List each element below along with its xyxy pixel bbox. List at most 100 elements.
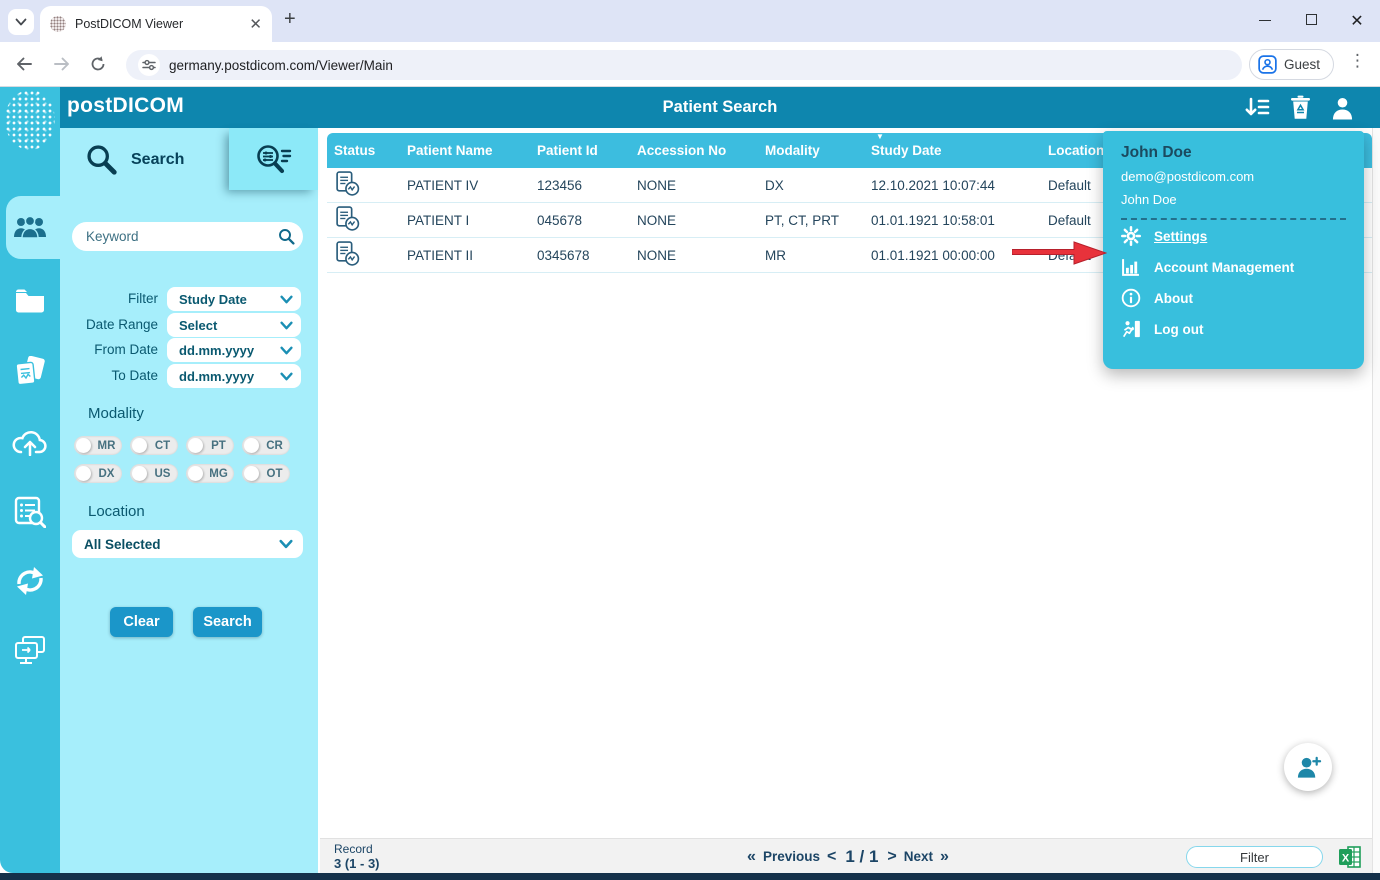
column-header-patient-id[interactable]: Patient Id — [530, 143, 630, 158]
share-add-user-button[interactable] — [1284, 743, 1332, 791]
recycle-bin-button[interactable] — [1290, 95, 1311, 125]
previous-page-icon[interactable]: < — [827, 848, 836, 866]
cell-patient-id: 0345678 — [530, 248, 630, 263]
toggle-knob — [188, 438, 203, 453]
modality-toggle-ct[interactable]: CT — [130, 436, 178, 455]
tab-basic-search[interactable]: Search — [60, 128, 226, 191]
new-tab-button[interactable]: + — [284, 8, 296, 31]
column-header-status[interactable]: Status — [327, 143, 400, 158]
sidebar-item-query[interactable] — [0, 490, 60, 534]
sort-order-button[interactable] — [1244, 96, 1270, 125]
scrollbar-track[interactable] — [1372, 128, 1380, 873]
cell-patient-name: PATIENT II — [400, 248, 530, 263]
column-header-modality[interactable]: Modality — [758, 143, 864, 158]
column-header-study-date[interactable]: ▼Study Date — [864, 143, 1041, 158]
remote-transfer-icon — [13, 635, 47, 665]
cell-accession-no: NONE — [630, 248, 758, 263]
from-date-select[interactable]: dd.mm.yyyy — [167, 338, 301, 362]
window-close-button[interactable]: ✕ — [1334, 11, 1380, 31]
sidebar-item-transfer[interactable] — [0, 628, 60, 672]
tab-title: PostDICOM Viewer — [75, 17, 240, 31]
tab-search-button[interactable] — [8, 9, 34, 35]
modality-toggle-pt[interactable]: PT — [186, 436, 234, 455]
sort-descending-icon: ▼ — [876, 132, 884, 141]
reload-button[interactable] — [89, 55, 107, 78]
menu-item-account-management[interactable]: Account Management — [1121, 252, 1346, 282]
user-display-name: John Doe — [1121, 192, 1346, 207]
menu-item-settings[interactable]: Settings — [1121, 221, 1346, 251]
excel-export-button[interactable]: X — [1338, 845, 1362, 874]
filter-label: Filter — [60, 291, 158, 306]
sidebar-item-sync[interactable] — [0, 559, 60, 603]
modality-toggle-ot[interactable]: OT — [242, 464, 290, 483]
bottom-strip — [0, 873, 1380, 880]
chevron-down-icon — [280, 295, 293, 304]
toggle-knob — [76, 438, 91, 453]
to-date-select[interactable]: dd.mm.yyyy — [167, 364, 301, 388]
from-date-label: From Date — [60, 342, 158, 357]
back-button[interactable] — [14, 54, 34, 79]
clear-button[interactable]: Clear — [110, 607, 173, 637]
modality-toggle-dx[interactable]: DX — [74, 464, 122, 483]
postdicom-dotted-logo — [5, 90, 55, 150]
user-name: John Doe — [1121, 144, 1346, 162]
search-button[interactable]: Search — [193, 607, 262, 637]
sidebar-item-upload[interactable] — [0, 420, 60, 464]
filter-select[interactable]: Study Date — [167, 287, 301, 311]
keyword-input[interactable] — [72, 222, 303, 251]
cloud-upload-icon — [11, 428, 49, 456]
gear-icon — [1121, 226, 1141, 246]
pagination: « Previous < 1 / 1 > Next » — [648, 839, 1048, 874]
sidebar-item-studies[interactable] — [0, 350, 60, 394]
sidebar — [0, 87, 60, 873]
profile-label: Guest — [1284, 57, 1320, 72]
profile-button[interactable]: Guest — [1249, 49, 1334, 80]
modality-toggle-cr[interactable]: CR — [242, 436, 290, 455]
sidebar-item-patients[interactable] — [0, 206, 60, 250]
keyword-search-icon[interactable] — [278, 228, 295, 250]
cell-patient-name: PATIENT IV — [400, 178, 530, 193]
location-select[interactable]: All Selected — [72, 530, 303, 558]
user-menu-button[interactable] — [1331, 96, 1354, 125]
cell-modality: PT, CT, PRT — [758, 213, 864, 228]
guest-avatar-icon — [1258, 55, 1277, 74]
page-title: Patient Search — [60, 98, 1380, 117]
cell-patient-name: PATIENT I — [400, 213, 530, 228]
cell-modality: DX — [758, 178, 864, 193]
window-minimize-button[interactable] — [1242, 12, 1288, 30]
url-bar[interactable]: germany.postdicom.com/Viewer/Main — [126, 50, 1242, 80]
filter-button[interactable]: Filter — [1186, 846, 1323, 868]
menu-divider — [1121, 218, 1346, 220]
cell-study-date: 12.10.2021 10:07:44 — [864, 178, 1041, 193]
browser-tab[interactable]: PostDICOM Viewer ✕ — [40, 6, 272, 42]
menu-item-about[interactable]: About — [1121, 283, 1346, 313]
window-maximize-button[interactable] — [1288, 12, 1334, 30]
sidebar-item-folders[interactable] — [0, 278, 60, 322]
location-section-label: Location — [88, 503, 145, 520]
tab-advanced-search[interactable] — [229, 128, 318, 190]
toggle-knob — [132, 466, 147, 481]
tab-close-icon[interactable]: ✕ — [249, 17, 262, 32]
chevron-down-icon — [280, 321, 293, 330]
next-page-icon[interactable]: > — [887, 848, 896, 866]
forward-button[interactable] — [52, 54, 72, 79]
record-count: Record 3 (1 - 3) — [334, 842, 380, 871]
first-page-icon[interactable]: « — [747, 848, 756, 866]
next-page-button[interactable]: Next — [904, 849, 933, 864]
cell-study-date: 01.01.1921 10:58:01 — [864, 213, 1041, 228]
menu-item-logout[interactable]: Log out — [1121, 314, 1346, 344]
browser-menu-button[interactable]: ⋮ — [1349, 51, 1366, 71]
modality-toggle-mr[interactable]: MR — [74, 436, 122, 455]
column-header-patient-name[interactable]: Patient Name — [400, 143, 530, 158]
last-page-icon[interactable]: » — [940, 848, 949, 866]
previous-page-button[interactable]: Previous — [763, 849, 820, 864]
svg-text:X: X — [1342, 853, 1350, 865]
column-header-accession-no[interactable]: Accession No — [630, 143, 758, 158]
site-settings-icon[interactable] — [138, 54, 160, 76]
modality-toggle-mg[interactable]: MG — [186, 464, 234, 483]
modality-toggle-us[interactable]: US — [130, 464, 178, 483]
cell-modality: MR — [758, 248, 864, 263]
modality-section-label: Modality — [88, 405, 144, 422]
date-range-select[interactable]: Select — [167, 313, 301, 337]
chevron-down-icon — [280, 372, 293, 381]
